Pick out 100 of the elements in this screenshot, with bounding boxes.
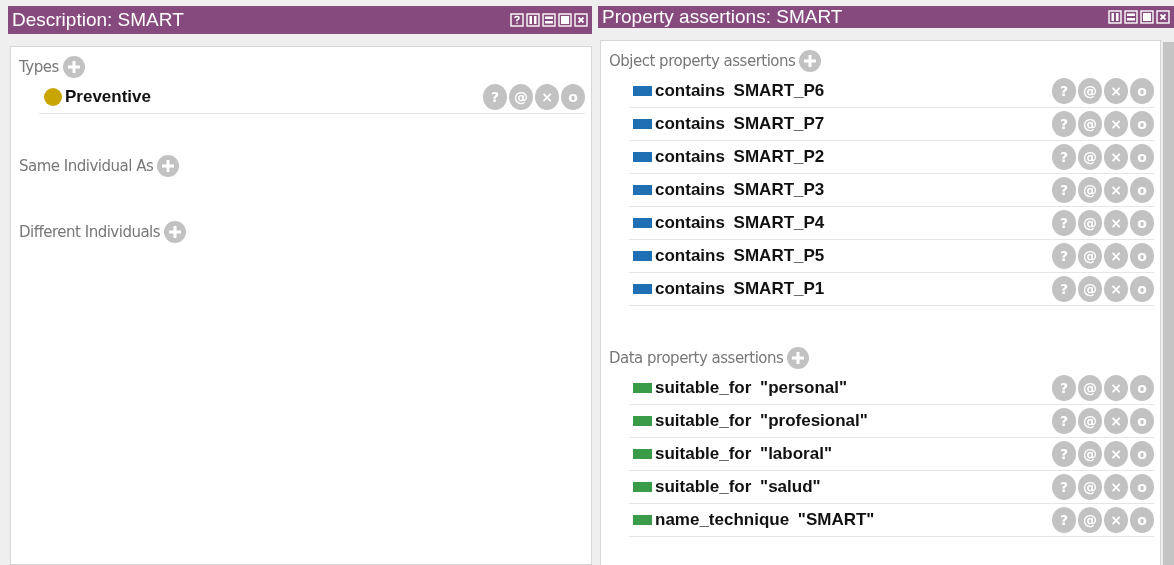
assertion-row[interactable]: name_technique "SMART" ? @ × o — [629, 504, 1154, 537]
row-action-button[interactable]: o — [1130, 507, 1154, 533]
assertion-row[interactable]: suitable_for "personal" ? @ × o — [629, 372, 1154, 405]
panel-title: Property assertions: SMART — [602, 6, 843, 28]
assertion-row[interactable]: contains SMART_P5 ? @ × o — [629, 240, 1154, 273]
row-action-button[interactable]: × — [1104, 78, 1128, 104]
section-label: Same Individual As — [19, 157, 154, 175]
data-property-icon — [633, 515, 652, 525]
row-action-button[interactable]: × — [1104, 111, 1128, 137]
assertion-row[interactable]: suitable_for "salud" ? @ × o — [629, 471, 1154, 504]
object-property-icon — [633, 152, 652, 162]
assertion-text: contains SMART_P4 — [655, 213, 826, 233]
data-property-icon — [633, 449, 652, 459]
assertion-row[interactable]: Preventive ? @ × o — [39, 81, 585, 114]
row-action-button[interactable]: o — [1130, 375, 1154, 401]
assertion-text: suitable_for "laboral" — [655, 444, 833, 464]
row-action-button[interactable]: @ — [1078, 441, 1102, 467]
section-label: Different Individuals — [19, 223, 161, 241]
row-action-button[interactable]: @ — [509, 84, 533, 110]
assertion-text: suitable_for "personal" — [655, 378, 849, 398]
assertion-row[interactable]: contains SMART_P4 ? @ × o — [629, 207, 1154, 240]
row-action-button[interactable]: o — [1130, 78, 1154, 104]
row-action-button[interactable]: @ — [1078, 474, 1102, 500]
panel-title: Description: SMART — [12, 9, 184, 31]
row-action-button[interactable]: @ — [1078, 507, 1102, 533]
row-action-button[interactable]: ? — [1052, 111, 1076, 137]
row-action-button[interactable]: × — [1104, 177, 1128, 203]
row-action-button[interactable]: @ — [1078, 408, 1102, 434]
assertion-row[interactable]: suitable_for "laboral" ? @ × o — [629, 438, 1154, 471]
assertion-row[interactable]: contains SMART_P1 ? @ × o — [629, 273, 1154, 306]
assertion-row[interactable]: suitable_for "profesional" ? @ × o — [629, 405, 1154, 438]
row-action-button[interactable]: @ — [1078, 276, 1102, 302]
row-action-button[interactable]: ? — [1052, 441, 1076, 467]
row-action-button[interactable]: o — [1130, 144, 1154, 170]
row-action-button[interactable]: ? — [1052, 78, 1076, 104]
close-icon[interactable] — [1156, 10, 1170, 24]
row-action-button[interactable]: ? — [1052, 243, 1076, 269]
row-action-button[interactable]: o — [1130, 276, 1154, 302]
object-property-icon — [633, 251, 652, 261]
assertion-text: contains SMART_P5 — [655, 246, 826, 266]
split-horizontal-icon[interactable] — [542, 13, 556, 27]
row-action-button[interactable]: ? — [1052, 375, 1076, 401]
row-action-button[interactable]: × — [1104, 375, 1128, 401]
row-action-button[interactable]: × — [1104, 276, 1128, 302]
split-vertical-icon[interactable] — [1108, 10, 1122, 24]
assertion-text: suitable_for "salud" — [655, 477, 822, 497]
scrollbar[interactable] — [1163, 42, 1174, 565]
row-action-button[interactable]: × — [535, 84, 559, 110]
maximize-icon[interactable] — [558, 13, 572, 27]
row-action-button[interactable]: o — [1130, 408, 1154, 434]
row-action-button[interactable]: × — [1104, 243, 1128, 269]
row-action-button[interactable]: ? — [483, 84, 507, 110]
assertion-text: contains SMART_P3 — [655, 180, 826, 200]
row-action-button[interactable]: o — [1130, 210, 1154, 236]
row-action-button[interactable]: ? — [1052, 408, 1076, 434]
data-property-icon — [633, 416, 652, 426]
row-action-button[interactable]: o — [1130, 111, 1154, 137]
row-action-button[interactable]: × — [1104, 441, 1128, 467]
row-action-button[interactable]: @ — [1078, 144, 1102, 170]
row-action-button[interactable]: × — [1104, 474, 1128, 500]
assertion-row[interactable]: contains SMART_P3 ? @ × o — [629, 174, 1154, 207]
section-label: Types — [19, 58, 59, 76]
row-action-button[interactable]: ? — [1052, 210, 1076, 236]
assertion-row[interactable]: contains SMART_P2 ? @ × o — [629, 141, 1154, 174]
assertion-text: contains SMART_P2 — [655, 147, 826, 167]
row-action-button[interactable]: o — [1130, 441, 1154, 467]
assertion-row[interactable]: contains SMART_P7 ? @ × o — [629, 108, 1154, 141]
row-action-button[interactable]: @ — [1078, 243, 1102, 269]
row-action-button[interactable]: × — [1104, 507, 1128, 533]
row-action-button[interactable]: o — [1130, 177, 1154, 203]
row-action-button[interactable]: × — [1104, 144, 1128, 170]
close-icon[interactable] — [574, 13, 588, 27]
row-action-button[interactable]: × — [1104, 210, 1128, 236]
row-action-button[interactable]: ? — [1052, 474, 1076, 500]
data-property-icon — [633, 482, 652, 492]
row-action-button[interactable]: o — [1130, 243, 1154, 269]
split-vertical-icon[interactable] — [526, 13, 540, 27]
object-property-icon — [633, 284, 652, 294]
row-action-button[interactable]: × — [1104, 408, 1128, 434]
row-action-button[interactable]: ? — [1052, 144, 1076, 170]
assertion-text: contains SMART_P6 — [655, 81, 826, 101]
row-action-button[interactable]: @ — [1078, 375, 1102, 401]
split-horizontal-icon[interactable] — [1124, 10, 1138, 24]
row-action-button[interactable]: @ — [1078, 78, 1102, 104]
object-property-icon — [633, 119, 652, 129]
row-action-button[interactable]: @ — [1078, 177, 1102, 203]
assertion-text: contains SMART_P7 — [655, 114, 826, 134]
row-action-button[interactable]: ? — [1052, 177, 1076, 203]
row-action-button[interactable]: ? — [1052, 276, 1076, 302]
object-property-icon — [633, 218, 652, 228]
row-action-button[interactable]: ? — [1052, 507, 1076, 533]
assertion-row[interactable]: contains SMART_P6 ? @ × o — [629, 75, 1154, 108]
section-label: Object property assertions — [609, 52, 796, 70]
row-action-button[interactable]: @ — [1078, 111, 1102, 137]
row-action-button[interactable]: o — [1130, 474, 1154, 500]
row-action-button[interactable]: @ — [1078, 210, 1102, 236]
object-property-icon — [633, 185, 652, 195]
maximize-icon[interactable] — [1140, 10, 1154, 24]
help-icon[interactable] — [510, 13, 524, 27]
row-action-button[interactable]: o — [561, 84, 585, 110]
